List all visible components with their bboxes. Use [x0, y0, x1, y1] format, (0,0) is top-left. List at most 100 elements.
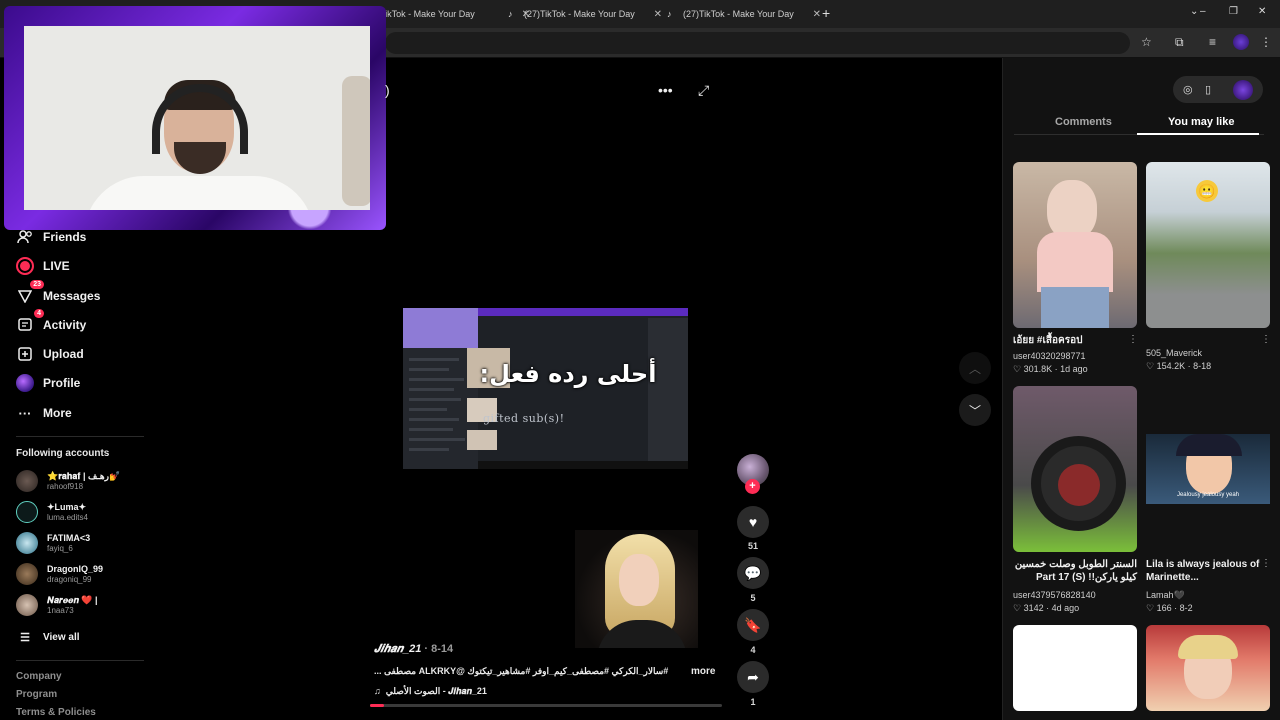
browser-profile-avatar[interactable] — [1233, 34, 1249, 50]
video-side-panel-image — [648, 318, 688, 468]
recommended-video-thumbnail[interactable] — [1013, 162, 1137, 328]
recommended-video-thumbnail[interactable] — [1013, 386, 1137, 552]
browser-tab[interactable]: ♪ (27)TikTok - Make Your Day ✕ — [508, 4, 662, 24]
compass-icon[interactable]: ◎ — [1183, 83, 1193, 96]
sidebar-item-label: Profile — [43, 376, 81, 390]
minimize-icon[interactable]: – — [1200, 6, 1206, 17]
comment-button[interactable]: 💬 — [737, 557, 769, 589]
tab-you-may-like[interactable]: You may like — [1168, 116, 1234, 128]
phone-icon[interactable]: ▯ — [1205, 83, 1211, 96]
video-more-options-icon[interactable]: ••• — [658, 82, 673, 98]
save-button[interactable]: 🔖 — [737, 609, 769, 641]
card-stats: ♡ 166 · 8-2 — [1146, 603, 1193, 613]
fullscreen-icon[interactable]: ⤢ — [698, 82, 709, 99]
following-account[interactable]: 𝑵𝒂𝒓𝒆𝒆𝒏 ❤️ | 1naa73 — [16, 594, 98, 616]
card-more-icon[interactable]: ⋮ — [1261, 334, 1271, 345]
sidebar-item-messages[interactable]: 23 Messages — [16, 280, 101, 305]
music-title: الصوت الأصلي - 𝑱𝒊𝒉𝒂𝒏_21 — [385, 686, 487, 696]
browser-menu-icon[interactable]: ⋮ — [1260, 35, 1272, 49]
more-icon: ··· — [18, 405, 32, 421]
footer-link-terms[interactable]: Terms & Policies — [16, 707, 96, 718]
recommended-video-thumbnail[interactable]: 😬 — [1146, 162, 1270, 328]
sidebar-item-label: Activity — [43, 318, 87, 332]
tab-search-icon[interactable]: ⌄ — [1190, 6, 1198, 17]
upload-icon — [16, 345, 34, 363]
close-window-icon[interactable]: ✕ — [1258, 6, 1266, 17]
active-tab-indicator — [1137, 133, 1259, 135]
avatar — [16, 532, 38, 554]
video-music[interactable]: ♫ الصوت الأصلي - 𝑱𝒊𝒉𝒂𝒏_21 — [374, 686, 487, 697]
card-username[interactable]: user40320298771 — [1013, 351, 1086, 361]
sidebar-item-activity[interactable]: 4 Activity — [16, 309, 87, 334]
close-tab-icon[interactable]: ✕ — [654, 9, 662, 20]
tab-comments[interactable]: Comments — [1055, 116, 1112, 128]
recommended-video-thumbnail[interactable] — [1146, 625, 1270, 711]
account-name: ⭐𝐫𝐚𝐡𝐚𝐟 | رهـف💅 — [47, 470, 121, 481]
video-content-image — [467, 430, 497, 450]
grimace-emoji-icon: 😬 — [1196, 180, 1218, 202]
card-more-icon[interactable]: ⋮ — [1128, 334, 1138, 345]
follow-button[interactable]: + — [745, 479, 760, 494]
card-username[interactable]: user4379576828140 — [1013, 590, 1096, 600]
avatar — [16, 470, 38, 492]
share-count: 1 — [750, 697, 756, 707]
maximize-icon[interactable]: ❐ — [1229, 6, 1238, 17]
next-video-button[interactable]: ﹀ — [959, 394, 991, 426]
card-title[interactable]: السنتر الطوبل وصلت خمسين كيلو ياركن!! Pa… — [1013, 558, 1137, 584]
heart-icon: ♥ — [748, 514, 758, 530]
following-account[interactable]: ⭐𝐫𝐚𝐡𝐚𝐟 | رهـف💅 rahoof918 — [16, 470, 120, 492]
following-account[interactable]: ✦Luma✦ luma.edits4 — [16, 501, 88, 523]
card-more-icon[interactable]: ⋮ — [1261, 558, 1271, 569]
card-username[interactable]: 505_Maverick — [1146, 348, 1202, 358]
bookmark-star-icon[interactable]: ☆ — [1141, 35, 1152, 49]
recommended-video-thumbnail[interactable] — [1013, 625, 1137, 711]
following-account[interactable]: FATIMA<3 fayiq_6 — [16, 532, 90, 554]
description-more-link[interactable]: more — [691, 666, 715, 677]
sidebar-item-friends[interactable]: Friends — [16, 228, 86, 246]
view-all-button[interactable]: ☰ View all — [16, 628, 79, 646]
new-tab-button[interactable]: + — [822, 5, 830, 21]
previous-video-button[interactable]: ︿ — [959, 352, 991, 384]
profile-icon — [16, 374, 34, 392]
card-likes: 154.2K — [1156, 361, 1186, 371]
sidebar-item-upload[interactable]: Upload — [16, 345, 84, 363]
volume-icon[interactable]: ) — [385, 82, 390, 98]
share-button[interactable]: ➦ — [737, 661, 769, 693]
reading-list-icon[interactable]: ≡ — [1209, 35, 1216, 49]
sidebar-divider — [16, 660, 144, 661]
close-tab-icon[interactable]: ✕ — [813, 9, 821, 20]
video-author[interactable]: 𝑱𝒊𝒉𝒂𝒏_21 · 8-14 — [374, 643, 453, 656]
account-name: ✦Luma✦ — [47, 501, 87, 512]
live-icon — [16, 257, 34, 275]
footer-link-program[interactable]: Program — [16, 689, 57, 700]
card-title[interactable]: เอ้ยย #เสื้อครอป — [1013, 334, 1137, 347]
user-avatar[interactable] — [1233, 80, 1253, 100]
address-bar[interactable] — [385, 32, 1130, 54]
sidebar-item-profile[interactable]: Profile — [16, 374, 80, 392]
recommended-video-thumbnail[interactable]: Jealousy jealousy yeah — [1146, 434, 1270, 504]
following-account[interactable]: DragonIQ_99 dragoniq_99 — [16, 563, 103, 585]
card-title[interactable]: Lila is always jealous of Marinette... — [1146, 558, 1270, 584]
footer-link-company[interactable]: Company — [16, 671, 62, 682]
card-username[interactable]: Lamah🖤 — [1146, 590, 1185, 601]
card-stats: ♡ 154.2K · 8-18 — [1146, 361, 1212, 371]
extensions-icon[interactable]: ⧉ — [1175, 35, 1184, 50]
comment-icon: 💬 — [744, 564, 762, 581]
heart-outline-icon: ♡ — [1146, 603, 1155, 613]
video-progress-bar[interactable] — [370, 704, 722, 707]
video-frame[interactable]: أحلى رده فعل: gifted sub(s)! — [403, 308, 688, 469]
chevron-down-icon: ﹀ — [968, 403, 981, 418]
author-name: 𝑱𝒊𝒉𝒂𝒏_21 — [374, 643, 422, 655]
browser-tab[interactable]: ♪ (27)TikTok - Make Your Day ✕ — [667, 4, 821, 24]
sidebar-item-more[interactable]: ··· More — [16, 404, 72, 422]
bookmark-icon: 🔖 — [744, 616, 762, 633]
like-button[interactable]: ♥ — [737, 506, 769, 538]
list-icon: ☰ — [20, 631, 30, 644]
avatar — [16, 563, 38, 585]
account-username: dragoniq_99 — [47, 574, 92, 584]
tab-title: (27)TikTok - Make Your Day — [524, 9, 635, 19]
sidebar-item-label: Messages — [43, 289, 101, 303]
sidebar-item-live[interactable]: LIVE — [16, 257, 70, 275]
sidebar-item-label: Upload — [43, 347, 84, 361]
tiktok-favicon-icon: ♪ — [667, 9, 672, 19]
